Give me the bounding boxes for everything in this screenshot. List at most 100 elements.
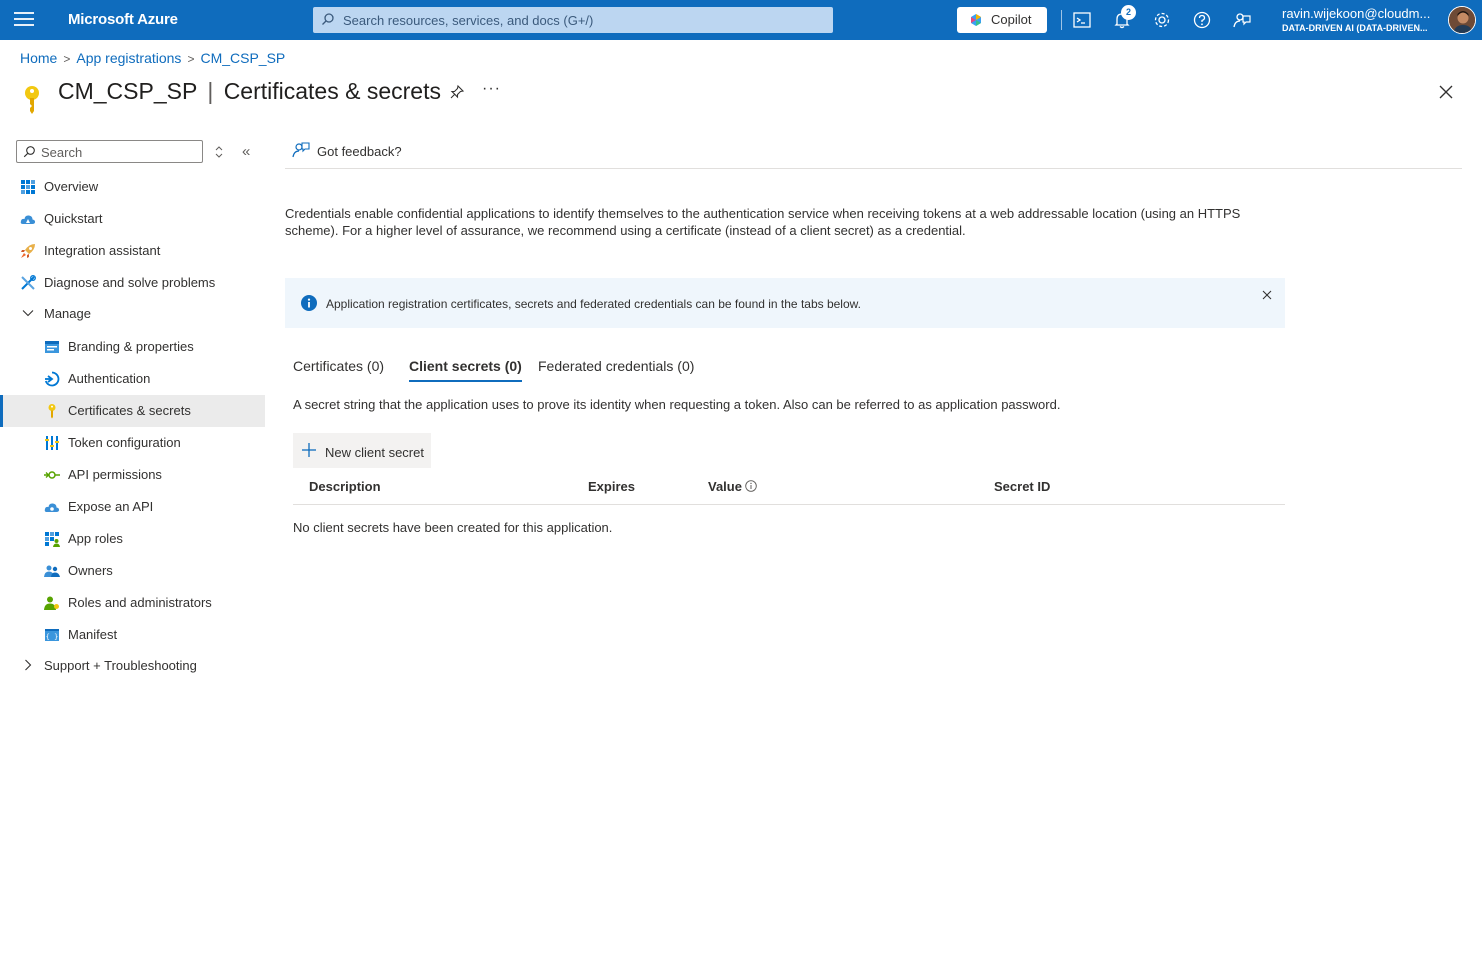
sidebar-item-diagnose[interactable]: Diagnose and solve problems xyxy=(0,267,265,299)
sidebar-item-label: Manage xyxy=(44,306,91,321)
close-icon[interactable] xyxy=(1438,84,1454,100)
sidebar-item-owners[interactable]: Owners xyxy=(0,555,265,587)
sidebar-item-certificates-secrets[interactable]: Certificates & secrets xyxy=(0,395,265,427)
breadcrumb-separator-icon: > xyxy=(63,52,71,66)
avatar-photo-icon xyxy=(1449,7,1475,33)
sidebar-item-token-configuration[interactable]: Token configuration xyxy=(0,427,265,459)
search-icon xyxy=(23,146,35,158)
topbar-separator xyxy=(1061,10,1062,30)
sidebar-item-overview[interactable]: Overview xyxy=(0,171,265,203)
info-icon[interactable] xyxy=(745,480,757,492)
tab-client-secrets[interactable]: Client secrets (0) xyxy=(409,358,522,384)
notification-badge: 2 xyxy=(1121,5,1136,20)
gear-icon[interactable] xyxy=(1152,10,1172,30)
sidebar-item-label: Expose an API xyxy=(68,499,154,514)
sidebar-item-label: Certificates & secrets xyxy=(68,403,191,418)
cloud-api-icon xyxy=(44,503,60,512)
brand-title[interactable]: Microsoft Azure xyxy=(68,11,178,28)
sidebar-item-label: Integration assistant xyxy=(44,243,161,258)
breadcrumb-app-registrations[interactable]: App registrations xyxy=(76,50,181,66)
column-header-expires[interactable]: Expires xyxy=(588,479,635,494)
sidebar-item-label: Support + Troubleshooting xyxy=(44,658,197,673)
sidebar-group-manage[interactable]: Manage xyxy=(0,298,265,330)
rocket-icon xyxy=(21,244,35,258)
api-permissions-icon xyxy=(44,471,60,479)
grid-icon xyxy=(21,180,35,194)
info-banner: Application registration certificates, s… xyxy=(285,278,1285,328)
search-icon xyxy=(322,13,334,25)
top-bar: Microsoft Azure Search resources, servic… xyxy=(0,0,1482,40)
svg-text:{ }: { } xyxy=(46,633,59,641)
blade-name: Certificates & secrets xyxy=(223,78,441,104)
sidebar-item-expose-api[interactable]: Expose an API xyxy=(0,491,265,523)
new-client-secret-button[interactable]: New client secret xyxy=(293,433,431,468)
copilot-button[interactable]: Copilot xyxy=(957,7,1047,33)
chevron-right-icon xyxy=(25,659,32,671)
copilot-label: Copilot xyxy=(991,12,1032,27)
resource-name: CM_CSP_SP xyxy=(58,78,197,104)
collapse-sidebar-icon[interactable]: « xyxy=(242,143,250,160)
table-header-divider xyxy=(293,504,1285,505)
sidebar-search-placeholder: Search xyxy=(41,145,83,160)
sidebar-item-label: Manifest xyxy=(68,627,118,642)
sidebar-item-app-roles[interactable]: App roles xyxy=(0,523,265,555)
page-title: CM_CSP_SP | Certificates & secrets xyxy=(58,78,441,105)
breadcrumb-home[interactable]: Home xyxy=(20,50,57,66)
key-icon xyxy=(48,404,56,419)
account-tenant: DATA-DRIVEN AI (DATA-DRIVEN... xyxy=(1282,23,1428,33)
roles-icon xyxy=(44,596,59,610)
hamburger-menu-icon[interactable] xyxy=(14,12,34,28)
info-icon xyxy=(301,295,317,311)
sidebar-item-integration-assistant[interactable]: Integration assistant xyxy=(0,235,265,267)
sidebar-item-quickstart[interactable]: Quickstart xyxy=(0,203,265,235)
column-header-secret-id[interactable]: Secret ID xyxy=(994,479,1050,494)
sidebar-item-roles-administrators[interactable]: Roles and administrators xyxy=(0,587,265,619)
tab-federated-credentials[interactable]: Federated credentials (0) xyxy=(538,358,694,384)
tab-certificates[interactable]: Certificates (0) xyxy=(293,358,384,384)
cloud-shell-icon[interactable] xyxy=(1072,10,1092,30)
command-bar-divider xyxy=(285,168,1462,169)
feedback-icon[interactable] xyxy=(1232,10,1252,30)
sidebar-item-label: App roles xyxy=(68,531,123,546)
close-icon[interactable] xyxy=(1261,289,1273,301)
new-client-secret-label: New client secret xyxy=(325,445,424,460)
breadcrumb-separator-icon: > xyxy=(187,52,195,66)
client-secrets-description: A secret string that the application use… xyxy=(293,397,1061,412)
empty-table-message: No client secrets have been created for … xyxy=(293,520,613,535)
more-options-icon[interactable]: ··· xyxy=(482,80,501,98)
global-search-input[interactable]: Search resources, services, and docs (G+… xyxy=(313,7,833,33)
owners-icon xyxy=(44,565,60,577)
auth-icon xyxy=(44,371,60,387)
column-header-description[interactable]: Description xyxy=(309,479,381,494)
sidebar-search-input[interactable]: Search xyxy=(16,140,203,163)
title-separator: | xyxy=(207,78,214,104)
account-menu[interactable]: ravin.wijekoon@cloudm... DATA-DRIVEN AI … xyxy=(1282,6,1442,33)
search-placeholder: Search resources, services, and docs (G+… xyxy=(343,13,594,28)
expand-collapse-icon[interactable] xyxy=(212,144,226,160)
info-banner-text: Application registration certificates, s… xyxy=(326,297,861,311)
manifest-icon: { } xyxy=(45,629,59,641)
sidebar-item-authentication[interactable]: Authentication xyxy=(0,363,265,395)
help-icon[interactable] xyxy=(1192,10,1212,30)
sidebar-item-manifest[interactable]: { } Manifest xyxy=(0,619,265,651)
credentials-description: Credentials enable confidential applicat… xyxy=(285,206,1241,238)
sidebar-item-label: Roles and administrators xyxy=(68,595,212,610)
sidebar-item-label: Owners xyxy=(68,563,113,578)
sidebar-item-branding[interactable]: Branding & properties xyxy=(0,331,265,363)
pin-icon[interactable] xyxy=(449,84,465,100)
sidebar-item-label: Token configuration xyxy=(68,435,181,450)
column-header-value[interactable]: Value xyxy=(708,479,757,494)
sidebar-item-label: Overview xyxy=(44,179,99,194)
avatar[interactable] xyxy=(1448,6,1476,34)
sidebar-item-api-permissions[interactable]: API permissions xyxy=(0,459,265,491)
sidebar-item-label: Quickstart xyxy=(44,211,103,226)
feedback-label: Got feedback? xyxy=(317,144,402,159)
app-roles-icon xyxy=(45,532,60,547)
breadcrumb-app[interactable]: CM_CSP_SP xyxy=(200,50,285,66)
plus-icon xyxy=(302,443,316,457)
sidebar-group-support[interactable]: Support + Troubleshooting xyxy=(0,650,265,682)
wrench-icon xyxy=(21,275,36,290)
branding-icon xyxy=(45,341,59,353)
sidebar-item-label: Branding & properties xyxy=(68,339,194,354)
token-icon xyxy=(45,436,59,450)
